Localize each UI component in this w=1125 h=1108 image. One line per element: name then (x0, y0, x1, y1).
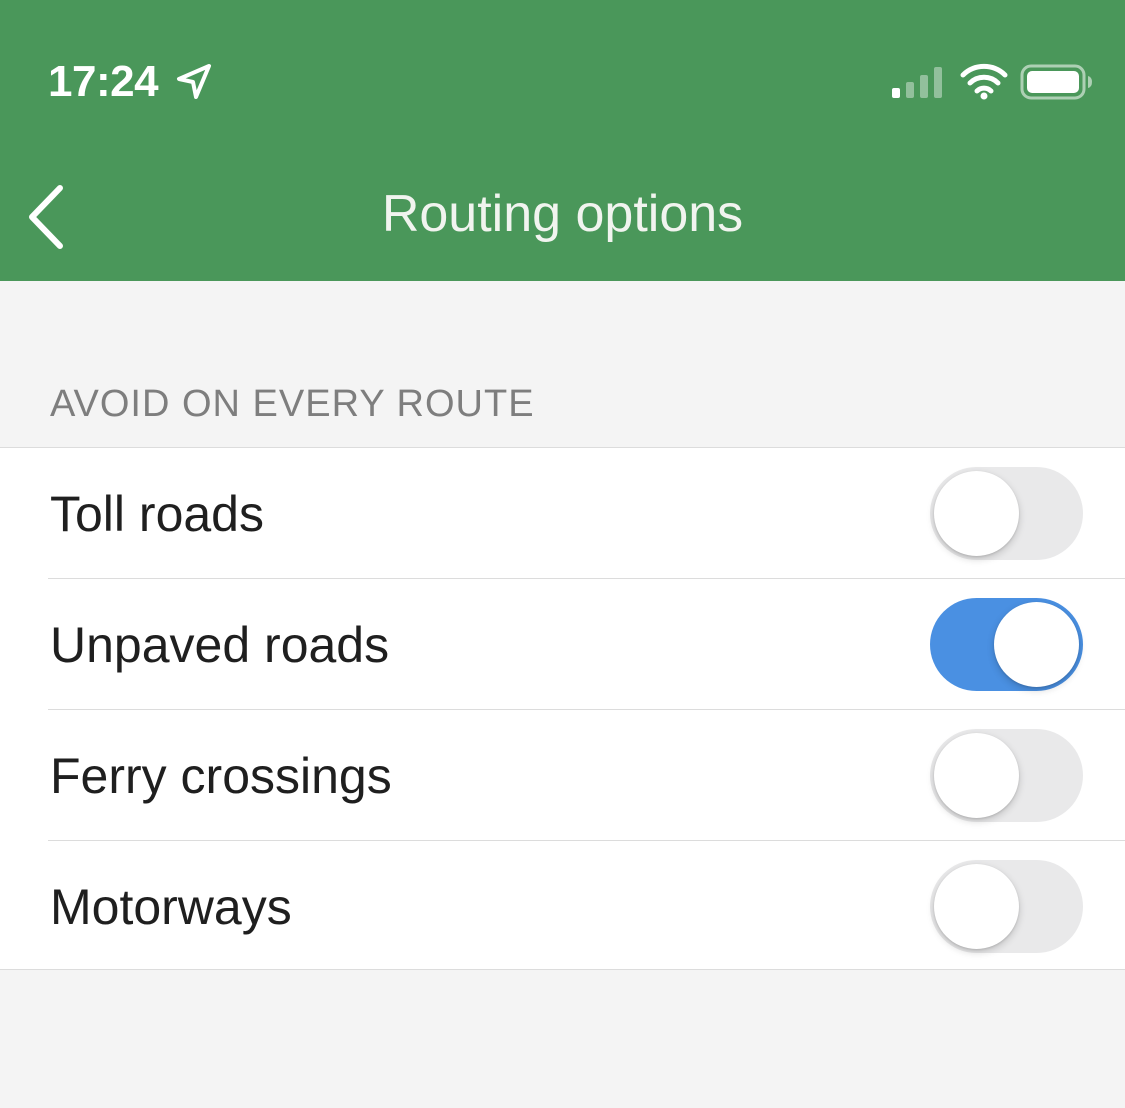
option-row-motorways: Motorways (0, 841, 1125, 972)
toggle-ferry-crossings[interactable] (930, 729, 1083, 822)
toggle-knob (994, 602, 1079, 687)
option-label: Motorways (50, 879, 292, 935)
option-row-unpaved-roads: Unpaved roads (0, 579, 1125, 710)
option-label: Toll roads (50, 486, 264, 542)
location-arrow-icon (177, 64, 211, 99)
cellular-signal-icon (892, 67, 942, 98)
toggle-unpaved-roads[interactable] (930, 598, 1083, 691)
option-row-toll-roads: Toll roads (0, 448, 1125, 579)
app-header: 17:24 Routing options (0, 0, 1125, 281)
toggle-knob (934, 733, 1019, 818)
toggle-knob (934, 471, 1019, 556)
toggle-motorways[interactable] (930, 860, 1083, 953)
toggle-knob (934, 864, 1019, 949)
status-bar-time: 17:24 (48, 57, 159, 106)
option-row-ferry-crossings: Ferry crossings (0, 710, 1125, 841)
toggle-toll-roads[interactable] (930, 467, 1083, 560)
page-title: Routing options (381, 185, 744, 243)
option-label: Unpaved roads (50, 617, 390, 673)
routing-options-list: Toll roads Unpaved roads Ferry crossings… (0, 447, 1125, 970)
wifi-icon (960, 63, 1008, 100)
battery-icon (1020, 64, 1092, 100)
option-label: Ferry crossings (50, 748, 392, 804)
section-header: AVOID ON EVERY ROUTE (50, 383, 535, 425)
